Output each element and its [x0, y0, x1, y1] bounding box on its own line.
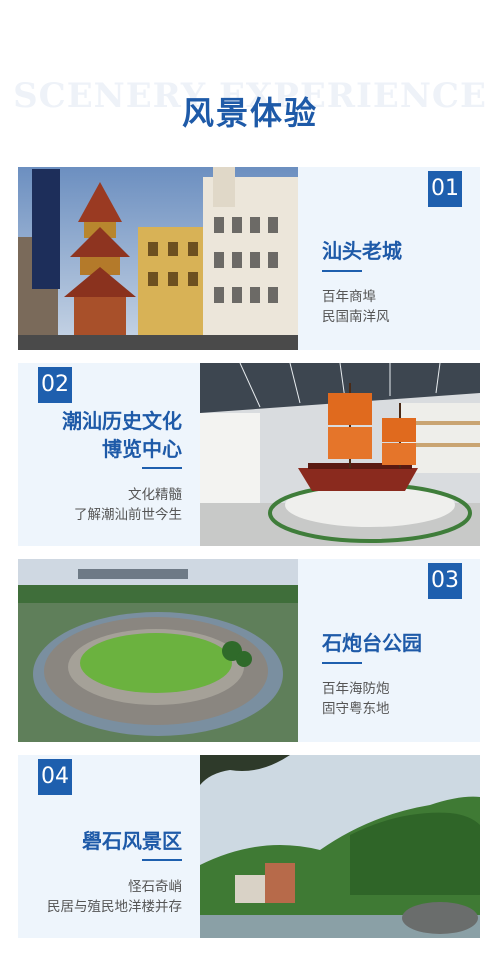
spot-title-line: 石炮台公园	[322, 631, 422, 655]
museum-photo	[200, 363, 480, 546]
desc-line: 民国南洋风	[322, 309, 390, 325]
spot-number-badge: 04	[38, 759, 72, 795]
spot-description: 百年商埠 民国南洋风	[322, 287, 390, 327]
desc-line: 百年商埠	[322, 289, 376, 305]
spot-card-old-town[interactable]: 01 汕头老城 百年商埠 民国南洋风	[18, 167, 480, 350]
desc-line: 固守粤东地	[322, 701, 390, 717]
queshi-photo	[200, 755, 480, 938]
queshi-info: 04 礐石风景区 怪石奇峭 民居与殖民地洋楼并存	[18, 755, 200, 938]
spot-title-line: 潮汕历史文化	[62, 409, 182, 433]
spot-description: 百年海防炮 固守粤东地	[322, 679, 390, 719]
spot-number-badge: 01	[428, 171, 462, 207]
spot-title-line: 汕头老城	[322, 239, 402, 263]
spot-title-line: 博览中心	[102, 437, 182, 461]
spot-title-line: 礐石风景区	[82, 829, 182, 853]
title-underline	[142, 859, 182, 861]
fort-park-photo	[18, 559, 298, 742]
spot-title: 石炮台公园	[322, 629, 422, 657]
title-underline	[322, 270, 362, 272]
fort-park-info: 03 石炮台公园 百年海防炮 固守粤东地	[298, 559, 480, 742]
desc-line: 百年海防炮	[322, 681, 390, 697]
spot-title: 汕头老城	[322, 237, 402, 265]
title-underline	[322, 662, 362, 664]
header: SCENERY EXPERIENCE 风景体验	[0, 60, 500, 140]
spot-description: 怪石奇峭 民居与殖民地洋楼并存	[47, 877, 182, 917]
desc-line: 怪石奇峭	[128, 879, 182, 895]
page-title: 风景体验	[181, 94, 318, 132]
title-underline	[142, 467, 182, 469]
spot-description: 文化精髓 了解潮汕前世今生	[74, 485, 182, 525]
spot-title: 潮汕历史文化 博览中心	[62, 407, 182, 463]
desc-line: 文化精髓	[128, 487, 182, 503]
spot-card-fort-park[interactable]: 03 石炮台公园 百年海防炮 固守粤东地	[18, 559, 480, 742]
spot-title: 礐石风景区	[82, 827, 182, 855]
old-town-info: 01 汕头老城 百年商埠 民国南洋风	[298, 167, 480, 350]
spot-number-badge: 03	[428, 563, 462, 599]
spot-card-museum[interactable]: 02 潮汕历史文化 博览中心 文化精髓 了解潮汕前世今生	[18, 363, 480, 546]
spot-number-badge: 02	[38, 367, 72, 403]
old-town-photo	[18, 167, 298, 350]
desc-line: 了解潮汕前世今生	[74, 507, 182, 523]
museum-info: 02 潮汕历史文化 博览中心 文化精髓 了解潮汕前世今生	[18, 363, 200, 546]
desc-line: 民居与殖民地洋楼并存	[47, 899, 182, 915]
spot-card-queshi[interactable]: 04 礐石风景区 怪石奇峭 民居与殖民地洋楼并存	[18, 755, 480, 938]
